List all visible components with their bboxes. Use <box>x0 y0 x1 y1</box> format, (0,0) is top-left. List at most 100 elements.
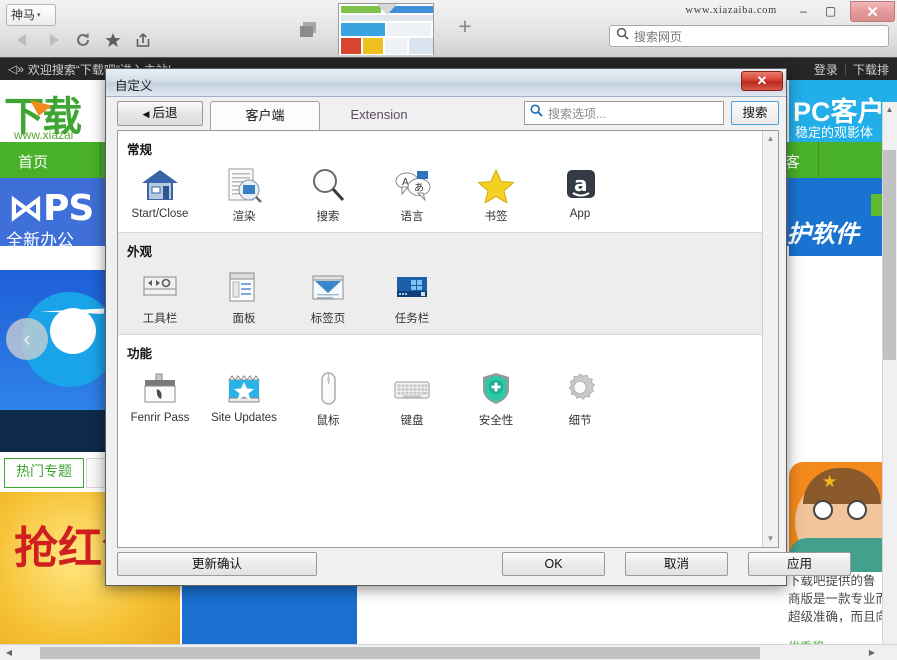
section-general: 常规 Start/Close <box>118 131 763 232</box>
dialog-search-button[interactable]: 搜索 <box>731 101 779 125</box>
chevron-down-icon: ▾ <box>37 12 41 19</box>
right-protection-text: 护软件 <box>787 214 859 249</box>
nav-item-client[interactable]: 客 <box>785 151 800 172</box>
site-login-link[interactable]: 登录 <box>814 61 838 78</box>
dialog-close-button[interactable]: ✕ <box>741 71 783 91</box>
star-icon[interactable] <box>98 26 128 54</box>
dialog-scrollbar[interactable]: ▲ ▼ <box>762 131 778 547</box>
option-details[interactable]: 细节 <box>538 361 622 428</box>
option-start-close[interactable]: Start/Close <box>118 157 202 224</box>
browser-search-box[interactable]: 搜索网页 <box>609 25 889 47</box>
shield-security-icon <box>454 361 538 407</box>
option-label: 书签 <box>454 208 538 224</box>
option-app[interactable]: a App <box>538 157 622 224</box>
site-tab-hot-topics[interactable]: 热门专题 <box>4 458 84 488</box>
option-render[interactable]: 渲染 <box>202 157 286 224</box>
mascot-hair <box>803 468 881 504</box>
description-line-2: 商版是一款专业而 <box>788 590 897 608</box>
page-horizontal-scrollbar[interactable]: ◀ ▶ <box>0 644 897 660</box>
back-arrow-icon: ◀ <box>143 109 150 119</box>
option-label: 标签页 <box>286 310 370 326</box>
option-search[interactable]: 搜索 <box>286 157 370 224</box>
scroll-down-arrow-icon[interactable]: ▼ <box>763 531 778 547</box>
section-features: 功能 Fenrir Pass <box>118 335 763 436</box>
mouse-icon <box>286 361 370 407</box>
option-language[interactable]: A あ 语言 <box>370 157 454 224</box>
dialog-titlebar[interactable]: 自定义 ✕ <box>106 69 786 97</box>
carousel-slide[interactable]: ‹ <box>0 270 115 410</box>
option-keyboard[interactable]: 键盘 <box>370 361 454 428</box>
back-button-label: 后退 <box>152 106 177 120</box>
dialog-tabbar: ◀后退 客户端 Extension 搜索选项... 搜索 <box>106 101 786 131</box>
option-label: 安全性 <box>454 412 538 428</box>
star-rating-icon: ★ <box>822 472 837 492</box>
option-label: 任务栏 <box>370 310 454 326</box>
page-hscroll-thumb[interactable] <box>40 647 760 659</box>
share-icon[interactable] <box>128 26 158 54</box>
tab-stack-icon[interactable] <box>298 20 320 40</box>
option-toolbar[interactable]: 工具栏 <box>118 259 202 326</box>
fenrir-pass-icon <box>118 361 202 407</box>
carousel-prev-button[interactable]: ‹ <box>6 318 48 360</box>
reload-icon[interactable] <box>68 26 98 54</box>
render-document-icon <box>202 157 286 203</box>
carousel-caption-strip <box>0 410 115 452</box>
minimize-button[interactable]: – <box>790 1 817 20</box>
gear-details-icon <box>538 361 622 407</box>
search-icon <box>616 27 629 45</box>
scroll-left-arrow-icon[interactable]: ◀ <box>2 647 16 659</box>
speaker-icon: ◁» <box>8 62 24 76</box>
close-window-button[interactable]: ✕ <box>850 1 895 22</box>
option-label: 搜索 <box>286 208 370 224</box>
site-download-manager-link[interactable]: 下载排 <box>853 61 889 78</box>
option-mouse[interactable]: 鼠标 <box>286 361 370 428</box>
cancel-button[interactable]: 取消 <box>625 552 728 576</box>
browser-chrome: 神马▾ <box>0 0 897 58</box>
page-vertical-scrollbar[interactable]: ▲ ▼ <box>882 102 897 660</box>
search-icon <box>530 104 543 122</box>
maximize-button[interactable]: ▢ <box>817 1 844 20</box>
option-label: Start/Close <box>118 208 202 220</box>
update-confirm-button[interactable]: 更新确认 <box>117 552 317 576</box>
nav-item-home[interactable]: 首页 <box>18 151 48 172</box>
new-tab-button[interactable]: + <box>452 14 478 40</box>
svg-text:a: a <box>574 172 588 196</box>
scroll-right-arrow-icon[interactable]: ▶ <box>865 647 879 659</box>
option-label: Site Updates <box>202 412 286 424</box>
window-url-label: www.xiazaiba.com <box>685 5 777 16</box>
option-label: Fenrir Pass <box>118 412 202 424</box>
option-site-updates[interactable]: Site Updates <box>202 361 286 428</box>
browser-tab-thumbnail[interactable] <box>338 3 434 55</box>
mascot-eye-left <box>813 500 833 520</box>
option-label: 细节 <box>538 412 622 428</box>
tab-extension[interactable]: Extension <box>324 101 434 130</box>
apply-button[interactable]: 应用 <box>748 552 851 576</box>
right-promo-banner[interactable]: PC客户 稳定的观影体 <box>789 80 897 142</box>
scroll-up-arrow-icon[interactable]: ▲ <box>883 103 896 117</box>
option-bookmarks[interactable]: 书签 <box>454 157 538 224</box>
option-label: 工具栏 <box>118 310 202 326</box>
right-promo-sub: 稳定的观影体 <box>795 122 873 141</box>
right-protection-ad[interactable]: 护软件 <box>789 178 897 256</box>
option-label: 鼠标 <box>286 412 370 428</box>
back-button[interactable]: ◀后退 <box>117 101 203 126</box>
star-bookmark-icon <box>454 157 538 203</box>
option-security[interactable]: 安全性 <box>454 361 538 428</box>
scroll-up-arrow-icon[interactable]: ▲ <box>763 131 778 147</box>
nav-divider-2 <box>818 142 819 178</box>
search-engine-selector[interactable]: 神马▾ <box>6 4 56 26</box>
tab-client[interactable]: 客户端 <box>210 101 320 130</box>
language-bubbles-icon: A あ <box>370 157 454 203</box>
page-scroll-thumb[interactable] <box>883 150 896 360</box>
forward-arrow-icon[interactable] <box>38 26 68 54</box>
option-fenrir-pass[interactable]: Fenrir Pass <box>118 361 202 428</box>
option-tab-page[interactable]: 标签页 <box>286 259 370 326</box>
dialog-search-input[interactable]: 搜索选项... <box>524 101 724 125</box>
option-taskbar[interactable]: 任务栏 <box>370 259 454 326</box>
ok-button[interactable]: OK <box>502 552 605 576</box>
back-arrow-icon[interactable] <box>8 26 38 54</box>
browser-nav-icons <box>8 26 158 54</box>
screen-root: 神马▾ <box>0 0 897 660</box>
option-panel[interactable]: 面板 <box>202 259 286 326</box>
dialog-body: ◀后退 客户端 Extension 搜索选项... 搜索 常规 <box>106 97 786 585</box>
